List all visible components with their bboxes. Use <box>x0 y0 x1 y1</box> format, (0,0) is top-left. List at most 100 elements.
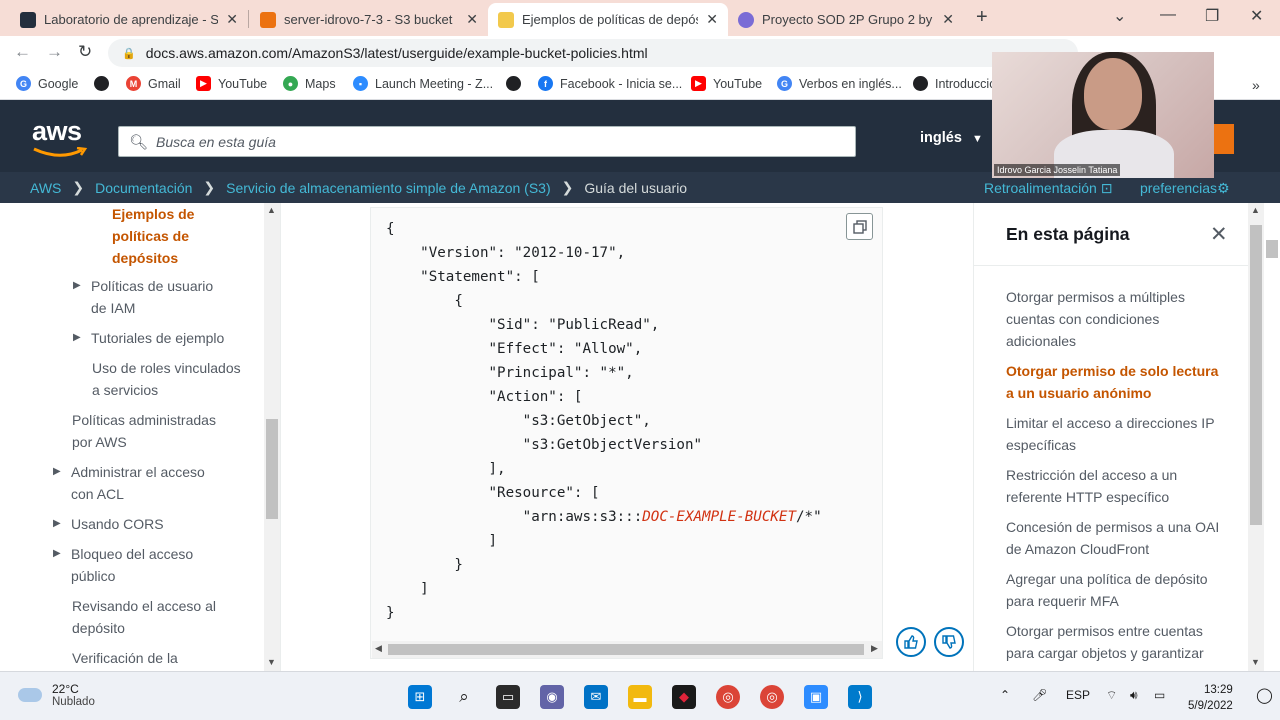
browser-tab-2[interactable]: server-idrovo-7-3 - S3 bucket ✕ <box>250 3 488 36</box>
close-icon[interactable]: ✕ <box>1210 222 1228 247</box>
notification-icon[interactable]: ◯ <box>1256 686 1273 704</box>
nav-item-block-public-access[interactable]: ▶ Bloqueo del acceso público <box>53 543 221 587</box>
thumbs-down-button[interactable] <box>934 627 964 657</box>
forward-icon[interactable]: → <box>46 42 63 62</box>
scrollbar-thumb[interactable] <box>1250 225 1262 525</box>
breadcrumb-documentacion[interactable]: Documentación <box>95 180 192 196</box>
thumbs-up-button[interactable] <box>896 627 926 657</box>
preferences-link[interactable]: preferencias⚙ <box>1140 180 1230 197</box>
wifi-icon[interactable]: ⌔ <box>1106 688 1117 703</box>
browser-tab-3-active[interactable]: Ejemplos de políticas de depósito ✕ <box>488 3 728 36</box>
close-tab-icon[interactable]: ✕ <box>706 11 718 28</box>
scroll-right-icon[interactable]: ▶ <box>871 643 878 654</box>
bookmark-label: Facebook - Inicia se... <box>560 76 683 91</box>
tab-search-icon[interactable]: ⌄ <box>1113 6 1126 26</box>
thumbs-up-icon <box>904 635 918 649</box>
console-button[interactable] <box>1214 124 1234 154</box>
toc-item[interactable]: Restricción del acceso a un referente HT… <box>1006 464 1226 508</box>
browser-tab-4[interactable]: Proyecto SOD 2P Grupo 2 by Luis ✕ <box>728 3 964 36</box>
doc-search-box[interactable]: 🔍︎ <box>118 126 856 157</box>
scroll-left-icon[interactable]: ◀ <box>375 643 382 654</box>
bookmark-youtube-2[interactable]: ▶ YouTube <box>691 76 762 91</box>
bookmark-site-1[interactable] <box>94 76 116 91</box>
left-nav-scrollbar[interactable]: ▲ ▼ <box>264 203 280 671</box>
copy-code-button[interactable] <box>846 213 873 240</box>
minimize-icon[interactable]: — <box>1160 6 1176 24</box>
toc-item[interactable]: Concesión de permisos a una OAI de Amazo… <box>1006 516 1226 560</box>
bookmark-maps[interactable]: ● Maps <box>283 76 336 91</box>
scroll-up-icon[interactable]: ▲ <box>1251 205 1260 215</box>
input-language[interactable]: ESP <box>1066 688 1090 702</box>
vscode-icon[interactable]: ⟩ <box>848 685 872 709</box>
scrollbar-thumb[interactable] <box>266 419 278 519</box>
browser-tab-1[interactable]: Laboratorio de aprendizaje - Serv ✕ <box>10 3 248 36</box>
close-tab-icon[interactable]: ✕ <box>226 11 238 28</box>
scroll-down-icon[interactable]: ▼ <box>1251 657 1260 667</box>
search-icon[interactable]: ⌕ <box>452 685 476 709</box>
bookmark-facebook[interactable]: f Facebook - Inicia se... <box>538 76 682 91</box>
nav-item-manage-access-acl[interactable]: ▶ Administrar el acceso con ACL <box>53 461 231 505</box>
bookmark-introduccion[interactable]: Introducción <box>913 76 1003 91</box>
mail-icon[interactable]: ✉ <box>584 685 608 709</box>
aws-logo[interactable]: aws <box>32 116 82 147</box>
chrome-profile-icon[interactable]: ◎ <box>760 685 784 709</box>
reload-icon[interactable]: ↻ <box>78 42 92 62</box>
bookmark-gmail[interactable]: M Gmail <box>126 76 181 91</box>
nav-item-example-tutorials[interactable]: ▶ Tutoriales de ejemplo <box>73 327 241 349</box>
code-line: { <box>386 221 395 237</box>
scroll-up-icon[interactable]: ▲ <box>267 205 276 215</box>
scroll-down-icon[interactable]: ▼ <box>267 657 276 667</box>
code-horizontal-scrollbar[interactable]: ◀ ▶ <box>372 641 882 658</box>
toc-item[interactable]: Otorgar permisos a múltiples cuentas con… <box>1006 286 1226 352</box>
security-app-icon[interactable]: ◆ <box>672 685 696 709</box>
breadcrumb-aws[interactable]: AWS <box>30 180 61 196</box>
caret-right-icon: ▶ <box>53 466 61 477</box>
new-tab-button[interactable]: + <box>976 6 988 29</box>
close-window-icon[interactable]: ✕ <box>1250 6 1263 26</box>
nav-item-iam-user-policies[interactable]: ▶ Políticas de usuario de IAM <box>73 275 231 319</box>
scrollbar-thumb[interactable] <box>1266 240 1278 258</box>
nav-item-reviewing-bucket-access[interactable]: Revisando el acceso al depósito <box>72 595 232 639</box>
bookmark-zoom[interactable]: ▪ Launch Meeting - Z... <box>353 76 493 91</box>
nav-item-service-linked-roles[interactable]: Uso de roles vinculados a servicios <box>92 357 242 401</box>
toc-item[interactable]: Limitar el acceso a direcciones IP espec… <box>1006 412 1226 456</box>
windows-start-icon[interactable]: ⊞ <box>408 685 432 709</box>
toc-scrollbar[interactable]: ▲ ▼ <box>1248 203 1264 671</box>
nav-item-using-cors[interactable]: ▶ Usando CORS <box>53 513 231 535</box>
nav-item-aws-managed-policies[interactable]: Políticas administradas por AWS <box>72 409 232 453</box>
breadcrumb-s3[interactable]: Servicio de almacenamiento simple de Ama… <box>226 180 551 196</box>
chevron-up-icon[interactable]: ⌃ <box>1000 688 1010 702</box>
volume-icon[interactable]: 🔊︎ <box>1130 688 1138 703</box>
chrome-icon[interactable]: ◎ <box>716 685 740 709</box>
bookmark-google[interactable]: G Google <box>16 76 78 91</box>
file-explorer-icon[interactable]: ▬ <box>628 685 652 709</box>
task-view-icon[interactable]: ▭ <box>496 685 520 709</box>
restore-icon[interactable]: ❐ <box>1205 6 1219 26</box>
toc-item-active[interactable]: Otorgar permiso de solo lectura a un usu… <box>1006 360 1226 404</box>
bookmark-youtube-1[interactable]: ▶ YouTube <box>196 76 267 91</box>
zoom-icon[interactable]: ▣ <box>804 685 828 709</box>
address-bar[interactable]: 🔒 docs.aws.amazon.com/AmazonS3/latest/us… <box>108 39 1078 67</box>
page-scrollbar[interactable] <box>1264 203 1280 671</box>
microphone-icon[interactable]: 🎤︎ <box>1032 688 1047 702</box>
back-icon[interactable]: ← <box>14 42 31 62</box>
feedback-link[interactable]: Retroalimentación ⊡ <box>984 180 1112 197</box>
system-clock[interactable]: 13:29 5/9/2022 <box>1188 682 1233 714</box>
more-bookmarks-icon[interactable]: » <box>1252 77 1260 93</box>
chat-icon[interactable]: ◉ <box>540 685 564 709</box>
doc-search-input[interactable] <box>156 133 837 150</box>
toc-item[interactable]: Otorgar permisos entre cuentas para carg… <box>1006 620 1226 664</box>
youtube-icon: ▶ <box>196 76 211 91</box>
bookmark-verbos[interactable]: G Verbos en inglés... <box>777 76 902 91</box>
close-tab-icon[interactable]: ✕ <box>466 11 478 28</box>
clock-date: 5/9/2022 <box>1188 700 1233 712</box>
battery-icon[interactable]: ▭ <box>1154 688 1165 702</box>
scrollbar-thumb[interactable] <box>388 644 864 655</box>
bookmark-site-2[interactable] <box>506 76 528 91</box>
nav-item-bucket-policy-examples[interactable]: Ejemplos de políticas de depósitos <box>112 203 222 269</box>
weather-widget[interactable]: 22°C Nublado <box>18 682 95 708</box>
close-tab-icon[interactable]: ✕ <box>942 11 954 28</box>
language-selector[interactable]: inglés ▼ <box>920 130 983 146</box>
nav-item-verification[interactable]: Verificación de la <box>72 647 232 669</box>
toc-item[interactable]: Agregar una política de depósito para re… <box>1006 568 1226 612</box>
